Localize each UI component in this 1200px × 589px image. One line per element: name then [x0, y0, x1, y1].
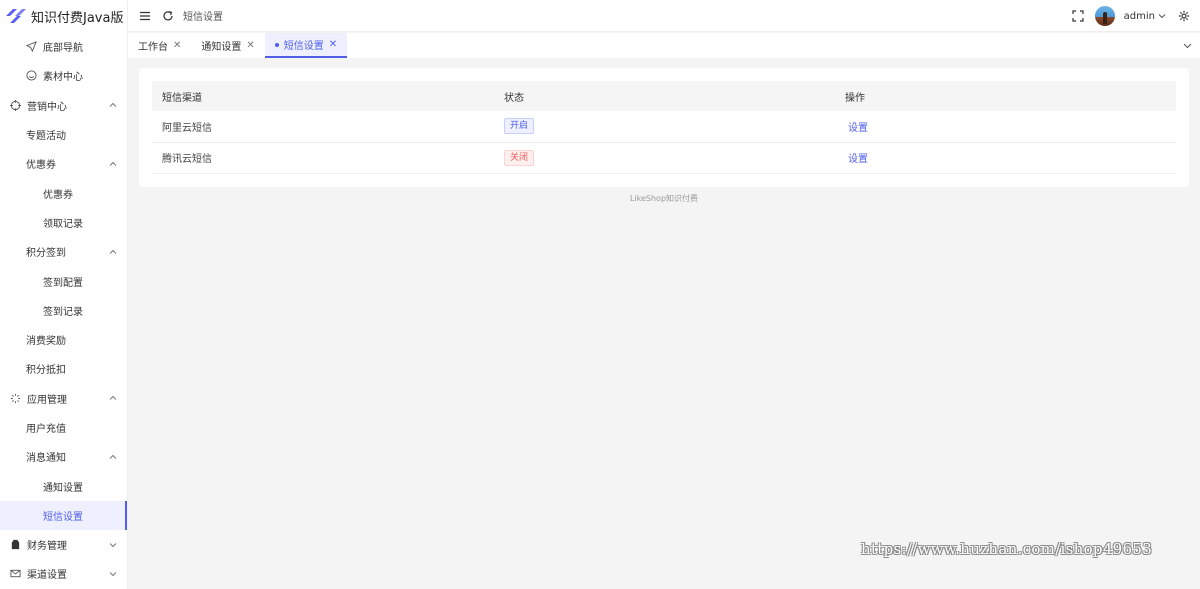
- tab-sms-settings[interactable]: 短信设置 ✕: [264, 33, 348, 58]
- sidebar-item-points-signin[interactable]: 积分签到: [0, 237, 127, 266]
- channel-name: 腾讯云短信: [162, 154, 212, 166]
- sidebar-item-label: 消费奖励: [26, 336, 66, 348]
- chevron-up-icon: [109, 160, 117, 168]
- sidebar-item-label: 签到记录: [43, 306, 83, 318]
- column-header-channel: 短信渠道: [162, 92, 202, 104]
- sidebar-item-label: 财务管理: [27, 541, 67, 553]
- tab-label: 通知设置: [201, 42, 242, 53]
- sidebar-item-label: 领取记录: [43, 218, 83, 230]
- fullscreen-icon[interactable]: [1072, 10, 1084, 22]
- chevron-down-icon: [109, 570, 117, 578]
- refresh-icon[interactable]: [162, 10, 174, 22]
- logo-icon: [6, 9, 26, 23]
- sidebar-item-label: 积分签到: [26, 248, 66, 260]
- sidebar-item-label: 消息通知: [26, 453, 66, 465]
- close-icon[interactable]: ✕: [173, 40, 181, 51]
- table-row: 腾讯云短信 关闭 设置: [152, 143, 1176, 174]
- sidebar-item-label: 应用管理: [27, 394, 67, 406]
- sidebar-item-label: 签到配置: [43, 277, 83, 289]
- sidebar-item-material[interactable]: 素材中心: [0, 61, 127, 90]
- sidebar-item-bottom-nav[interactable]: 底部导航: [0, 32, 127, 61]
- avatar[interactable]: [1094, 6, 1115, 26]
- settings-link[interactable]: 设置: [845, 123, 868, 134]
- channel-name: 阿里云短信: [162, 122, 212, 134]
- sidebar-item-label: 优惠券: [43, 189, 73, 201]
- chevron-down-icon[interactable]: [1158, 12, 1166, 20]
- settings-link[interactable]: 设置: [845, 154, 868, 165]
- chevron-down-icon: [109, 541, 117, 549]
- table-row: 阿里云短信 开启 设置: [152, 111, 1176, 143]
- sidebar-item-label: 专题活动: [26, 131, 66, 143]
- gear-icon[interactable]: [1178, 10, 1190, 22]
- chevron-up-icon: [109, 394, 117, 402]
- sidebar-item-marketing[interactable]: 营销中心: [0, 91, 127, 120]
- app-title: 知识付费Java版: [31, 10, 124, 26]
- menu-fold-icon[interactable]: [139, 10, 151, 22]
- page-tabs: 工作台 ✕ 通知设置 ✕ 短信设置 ✕: [128, 33, 1200, 58]
- chevron-up-icon: [109, 101, 117, 109]
- column-header-action: 操作: [845, 92, 865, 104]
- column-header-status: 状态: [504, 92, 524, 104]
- loading-icon: [10, 393, 21, 404]
- sidebar-item-label: 底部导航: [43, 43, 83, 55]
- close-icon[interactable]: ✕: [246, 40, 254, 51]
- sidebar-item-label: 积分抵扣: [26, 365, 66, 377]
- tab-label: 短信设置: [283, 41, 324, 52]
- sidebar-item-finance[interactable]: 财务管理: [0, 530, 127, 559]
- sidebar-item-signin-record[interactable]: 签到记录: [0, 296, 127, 325]
- watermark-text: https://www.huzhan.com/ishop49653: [861, 540, 1153, 558]
- content-card: 短信渠道 状态 操作 阿里云短信 开启 设置 腾讯云短信 关闭 设置: [139, 68, 1189, 187]
- status-badge: 关闭: [504, 149, 535, 166]
- sidebar-item-label: 用户充值: [26, 424, 66, 435]
- table-header: 短信渠道 状态 操作: [152, 81, 1176, 111]
- target-icon: [10, 99, 21, 111]
- wallet-icon: [10, 539, 21, 550]
- sidebar-item-topic[interactable]: 专题活动: [0, 120, 127, 149]
- sidebar-item-sms-settings[interactable]: 短信设置: [0, 500, 127, 531]
- sidebar-item-points-deduct[interactable]: 积分抵扣: [0, 354, 127, 383]
- sidebar: 知识付费Java版 底部导航 素材中心 营销中心 专题活动 优惠券 优惠券 领取…: [0, 0, 128, 589]
- chevron-up-icon: [109, 453, 117, 461]
- sidebar-item-label: 营销中心: [27, 101, 67, 113]
- close-icon[interactable]: ✕: [329, 39, 337, 50]
- sidebar-item-channel[interactable]: 渠道设置: [0, 559, 127, 588]
- smile-icon: [26, 70, 37, 81]
- tab-label: 工作台: [138, 42, 168, 53]
- sidebar-item-label: 优惠券: [26, 160, 56, 172]
- sidebar-item-app-manage[interactable]: 应用管理: [0, 384, 127, 413]
- sms-channel-table: 短信渠道 状态 操作 阿里云短信 开启 设置 腾讯云短信 关闭 设置: [152, 81, 1176, 174]
- active-dot-icon: [274, 42, 279, 47]
- sidebar-item-claim-record[interactable]: 领取记录: [0, 208, 127, 237]
- sidebar-item-notify-settings[interactable]: 通知设置: [0, 471, 127, 500]
- sidebar-item-signin-config[interactable]: 签到配置: [0, 266, 127, 295]
- sidebar-item-user-recharge[interactable]: 用户充值: [0, 413, 127, 442]
- sidebar-item-coupon[interactable]: 优惠券: [0, 178, 127, 207]
- chevron-down-icon[interactable]: [1183, 41, 1192, 50]
- tab-workbench[interactable]: 工作台 ✕: [128, 33, 191, 58]
- send-icon: [26, 41, 37, 53]
- sidebar-item-label: 短信设置: [43, 511, 83, 523]
- sidebar-item-label: 通知设置: [43, 482, 83, 494]
- footer-text: LikeShop知识付费: [629, 194, 699, 203]
- chevron-up-icon: [109, 248, 117, 256]
- header-right: admin: [1072, 0, 1200, 32]
- sidebar-item-label: 渠道设置: [27, 570, 67, 582]
- sidebar-item-label: 素材中心: [43, 72, 83, 84]
- mail-icon: [10, 568, 21, 579]
- tab-notify-settings[interactable]: 通知设置 ✕: [191, 33, 264, 58]
- user-name[interactable]: admin: [1124, 11, 1155, 22]
- sidebar-item-consume-reward[interactable]: 消费奖励: [0, 325, 127, 354]
- breadcrumb: 短信设置: [183, 12, 223, 23]
- status-badge: 开启: [504, 118, 535, 135]
- top-header: 短信设置 admin: [128, 0, 1200, 32]
- sidebar-item-message-notify[interactable]: 消息通知: [0, 442, 127, 471]
- sidebar-item-coupon-group[interactable]: 优惠券: [0, 149, 127, 178]
- app-logo[interactable]: 知识付费Java版: [0, 0, 127, 32]
